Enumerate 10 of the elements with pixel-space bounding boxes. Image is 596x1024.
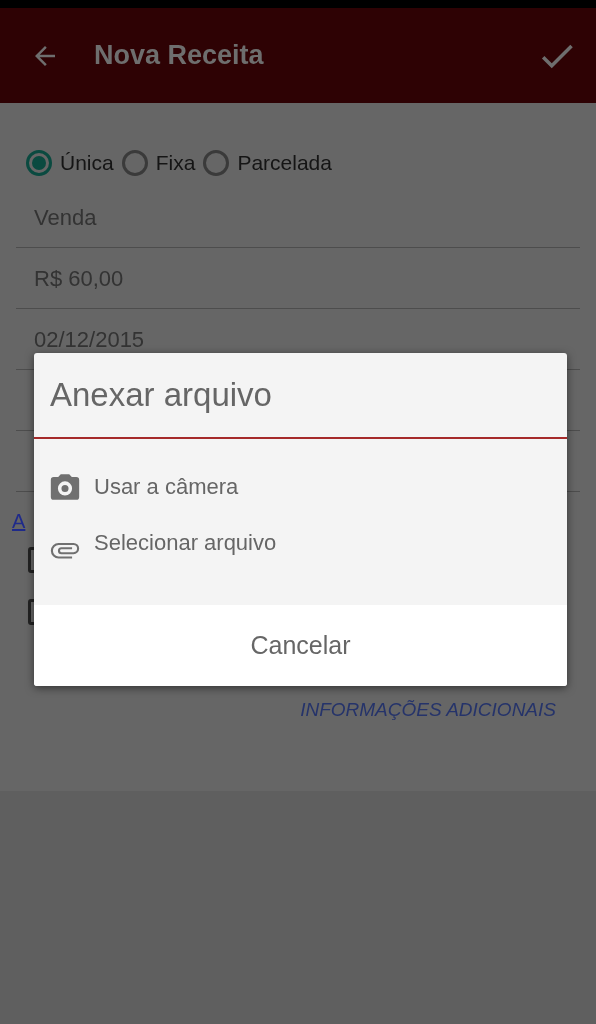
link[interactable]: A — [12, 510, 26, 533]
additional-info-link[interactable]: INFORMAÇÕES ADICIONAIS — [300, 699, 556, 721]
dialog-option[interactable]: Usar a câmera — [48, 459, 553, 515]
radio-option[interactable]: Parcelada — [203, 150, 332, 176]
radio-option[interactable]: Fixa — [121, 150, 196, 176]
dialog-option[interactable]: Selecionar arquivo — [48, 515, 553, 571]
radio-option[interactable]: Única — [26, 150, 114, 176]
dialog-title: Anexar arquivo — [34, 353, 567, 439]
screen-title: Nova Receita — [94, 40, 265, 71]
cancel-button[interactable]: Cancelar — [34, 605, 567, 686]
